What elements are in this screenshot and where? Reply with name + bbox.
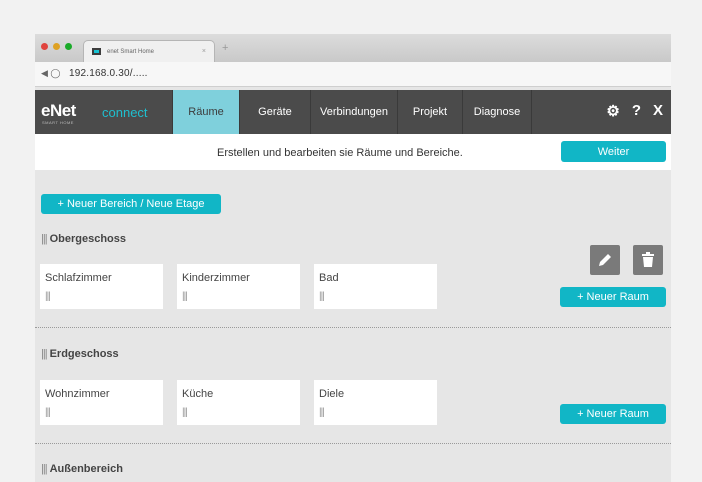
address-bar: ◀ ◯ 192.168.0.30/..... — [35, 62, 671, 87]
enet-logo: eNet — [41, 101, 76, 120]
close-icon[interactable]: X — [653, 102, 663, 120]
help-icon[interactable]: ? — [632, 102, 641, 120]
tab-close-icon[interactable]: × — [202, 48, 206, 55]
drag-handle-icon[interactable]: ||| — [45, 291, 51, 302]
edit-button[interactable] — [590, 245, 620, 275]
drag-handle-icon[interactable]: ||| — [41, 348, 48, 360]
section-header-obergeschoss[interactable]: ||| Obergeschoss — [41, 233, 126, 245]
drag-handle-icon[interactable]: ||| — [182, 291, 188, 302]
app-navbar: eNet SMART HOME connect Räume Geräte Ver… — [35, 90, 671, 134]
drag-handle-icon[interactable]: ||| — [41, 463, 48, 475]
tab-projekt[interactable]: Projekt — [397, 90, 462, 134]
section-header-erdgeschoss[interactable]: ||| Erdgeschoss — [41, 348, 119, 360]
drag-handle-icon[interactable]: ||| — [319, 291, 325, 302]
window-maximize-dot[interactable] — [65, 43, 72, 50]
logo-subtitle: SMART HOME — [42, 120, 74, 125]
browser-window: enet Smart Home × + ◀ ◯ 192.168.0.30/...… — [35, 34, 671, 482]
room-name: Diele — [319, 388, 345, 400]
room-name: Schlafzimmer — [45, 272, 112, 284]
delete-button[interactable] — [633, 245, 663, 275]
section-divider — [35, 443, 671, 444]
trash-icon — [642, 252, 654, 267]
browser-tab[interactable]: enet Smart Home × — [83, 40, 215, 62]
tab-raeume[interactable]: Räume — [172, 90, 239, 134]
new-room-button[interactable]: + Neuer Raum — [560, 404, 666, 424]
settings-icon[interactable]: ⚙ — [606, 102, 619, 120]
drag-handle-icon[interactable]: ||| — [41, 233, 48, 245]
room-card[interactable]: Küche ||| — [177, 380, 300, 425]
new-tab-button[interactable]: + — [222, 43, 228, 54]
room-name: Bad — [319, 272, 339, 284]
browser-tab-title: enet Smart Home — [107, 48, 155, 55]
browser-tabbar: enet Smart Home × + — [35, 34, 671, 62]
room-card[interactable]: Bad ||| — [314, 264, 437, 309]
favicon-icon — [92, 48, 101, 55]
logo-connect: connect — [102, 105, 148, 120]
section-title: Obergeschoss — [49, 233, 126, 245]
room-name: Küche — [182, 388, 214, 400]
drag-handle-icon[interactable]: ||| — [45, 407, 51, 418]
room-card[interactable]: Kinderzimmer ||| — [177, 264, 300, 309]
drag-handle-icon[interactable]: ||| — [182, 407, 188, 418]
window-minimize-dot[interactable] — [53, 43, 60, 50]
room-card[interactable]: Diele ||| — [314, 380, 437, 425]
next-button[interactable]: Weiter — [561, 141, 666, 162]
tab-diagnose[interactable]: Diagnose — [462, 90, 532, 134]
navbar-icons: ⚙ ? X — [606, 102, 663, 120]
room-card[interactable]: Schlafzimmer ||| — [40, 264, 163, 309]
section-title: Erdgeschoss — [49, 348, 119, 360]
url-field[interactable]: 192.168.0.30/..... — [69, 68, 148, 79]
new-area-button[interactable]: + Neuer Bereich / Neue Etage — [41, 194, 221, 214]
section-title: Außenbereich — [49, 463, 123, 475]
tab-verbindungen[interactable]: Verbindungen — [310, 90, 397, 134]
section-header-aussenbereich[interactable]: ||| Außenbereich — [41, 463, 123, 475]
subheader: Erstellen und bearbeiten sie Räume und B… — [35, 134, 671, 170]
back-forward-icon[interactable]: ◀ ◯ — [41, 68, 61, 79]
section-divider — [35, 327, 671, 328]
instruction-text: Erstellen und bearbeiten sie Räume und B… — [217, 147, 463, 159]
tab-geraete[interactable]: Geräte — [239, 90, 310, 134]
pencil-icon — [599, 254, 611, 266]
room-card[interactable]: Wohnzimmer ||| — [40, 380, 163, 425]
drag-handle-icon[interactable]: ||| — [319, 407, 325, 418]
room-name: Kinderzimmer — [182, 272, 250, 284]
room-name: Wohnzimmer — [45, 388, 110, 400]
window-close-dot[interactable] — [41, 43, 48, 50]
new-room-button[interactable]: + Neuer Raum — [560, 287, 666, 307]
